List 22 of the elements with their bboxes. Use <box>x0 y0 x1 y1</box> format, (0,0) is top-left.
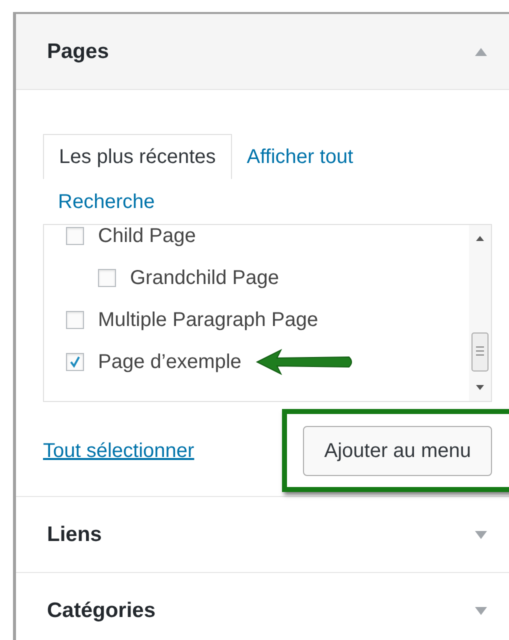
expand-arrow-icon[interactable] <box>475 606 487 614</box>
scrollbar[interactable] <box>469 225 491 401</box>
page-label: Grandchild Page <box>130 266 279 291</box>
expand-arrow-icon[interactable] <box>475 530 487 538</box>
checkbox[interactable] <box>66 227 84 245</box>
collapse-arrow-icon[interactable] <box>475 48 487 56</box>
page-label: Page d’exemple <box>98 350 242 375</box>
checkbox[interactable] <box>98 269 116 287</box>
page-label: Child Page <box>98 225 196 249</box>
section-title: Pages <box>47 38 109 65</box>
section-title: Liens <box>47 522 102 548</box>
tab[interactable]: Recherche <box>43 179 170 224</box>
page-label: Multiple Paragraph Page <box>98 308 318 333</box>
tab[interactable]: Les plus récentes <box>43 134 232 179</box>
section-title: Catégories <box>47 598 156 624</box>
add-to-menu-button[interactable]: Ajouter au menu <box>303 426 492 476</box>
checkbox[interactable] <box>66 311 84 329</box>
checkbox[interactable] <box>66 353 84 371</box>
section-header[interactable]: Pages <box>16 14 509 90</box>
select-all-link[interactable]: Tout sélectionner <box>43 436 194 466</box>
tab[interactable]: Afficher tout <box>232 134 368 179</box>
checkmark-icon <box>69 356 81 368</box>
